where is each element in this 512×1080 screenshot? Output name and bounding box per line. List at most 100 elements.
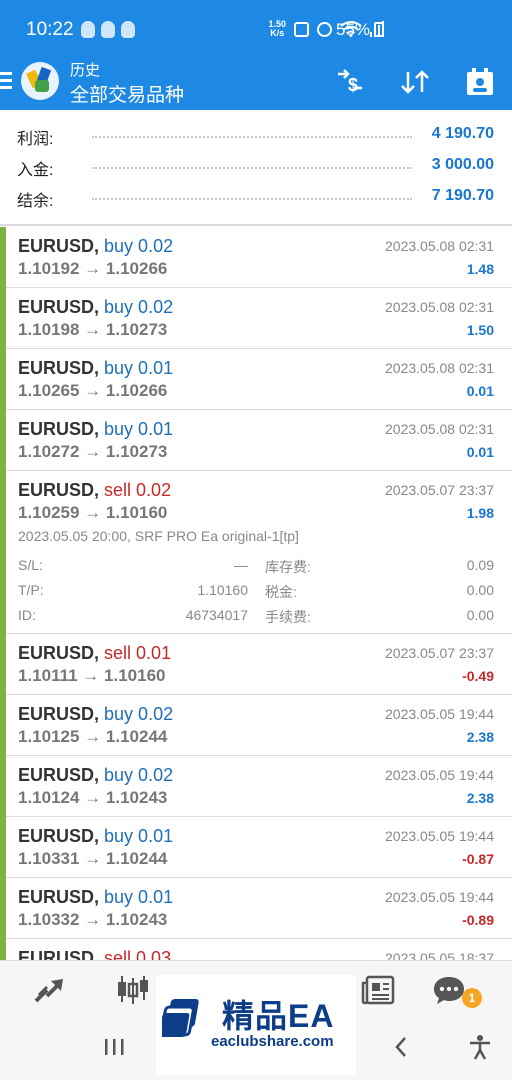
trade-time: 2023.05.05 19:44	[385, 828, 494, 844]
calendar-icon[interactable]	[463, 67, 497, 97]
commission-value: 0.00	[466, 607, 494, 623]
trade-direction: buy 0.02	[104, 236, 174, 256]
trade-indicator	[0, 634, 6, 695]
trade-profit: -0.49	[462, 668, 494, 684]
trade-row[interactable]: EURUSD, buy 0.01 1.10331 → 1.10244 2023.…	[0, 817, 512, 878]
watermark-url: eaclubshare.com	[211, 1033, 334, 1050]
trade-profit: 2.38	[466, 729, 494, 745]
recycle-icon	[294, 21, 309, 37]
trade-symbol: EURUSD, sell 0.01	[18, 643, 172, 663]
currency-filter-icon[interactable]: $	[333, 67, 367, 97]
page-subtitle: 历史	[70, 62, 101, 79]
swap-value: 0.09	[466, 557, 494, 573]
trade-indicator	[0, 695, 6, 756]
trade-indicator	[0, 288, 6, 349]
trade-symbol: EURUSD, buy 0.02	[18, 297, 174, 317]
sl-label: S/L:	[18, 557, 43, 573]
trade-indicator	[0, 471, 6, 634]
watermark-logo	[162, 999, 199, 1037]
chat-badge: 1	[462, 988, 482, 1008]
id-value: 46734017	[185, 607, 248, 623]
trade-symbol: EURUSD, buy 0.01	[18, 887, 174, 907]
sort-icon[interactable]	[398, 67, 432, 97]
accessibility-icon[interactable]	[465, 1032, 495, 1062]
balance-value: 7 190.70	[431, 187, 494, 204]
trade-profit: 2.38	[466, 790, 494, 806]
trade-time: 2023.05.08 02:31	[385, 299, 494, 315]
trade-direction: buy 0.02	[104, 765, 174, 785]
trade-symbol: EURUSD, buy 0.01	[18, 419, 174, 439]
trade-row[interactable]: EURUSD, buy 0.02 1.10198 → 1.10273 2023.…	[0, 288, 512, 349]
trade-prices: 1.10124 → 1.10243	[18, 788, 168, 807]
trade-symbol: EURUSD, sell 0.02	[18, 480, 172, 500]
balance-label: 结余:	[17, 193, 54, 210]
back-icon[interactable]	[386, 1032, 416, 1062]
trade-profit: 1.48	[466, 261, 494, 277]
trade-indicator	[0, 410, 6, 471]
watermark-overlay: 精品EA eaclubshare.com	[156, 975, 356, 1075]
swap-label: 库存费:	[265, 559, 311, 575]
tp-label: T/P:	[18, 582, 44, 598]
trade-prices: 1.10259 → 1.10160	[18, 503, 168, 522]
menu-icon[interactable]	[0, 72, 12, 93]
status-time: 10:22	[26, 19, 74, 40]
trade-profit: -0.89	[462, 912, 494, 928]
trade-symbol: EURUSD, buy 0.01	[18, 826, 174, 846]
trade-symbol: EURUSD, buy 0.02	[18, 765, 174, 785]
profit-label: 利润:	[17, 131, 54, 148]
trade-time: 2023.05.05 19:44	[385, 706, 494, 722]
qq-icon	[101, 21, 115, 38]
sl-value: —	[234, 557, 248, 573]
trade-profit: -0.87	[462, 851, 494, 867]
open-info: 2023.05.05 20:00, SRF PRO Ea original-1[…	[18, 528, 299, 544]
trade-row[interactable]: EURUSD, buy 0.01 1.10265 → 1.10266 2023.…	[0, 349, 512, 410]
dotted-leader	[92, 167, 412, 169]
trade-indicator	[0, 878, 6, 939]
tax-value: 0.00	[466, 582, 494, 598]
trade-time: 2023.05.05 19:44	[385, 889, 494, 905]
svg-text:$: $	[348, 75, 358, 95]
trade-prices: 1.10332 → 1.10243	[18, 910, 168, 929]
trade-indicator	[0, 817, 6, 878]
trade-profit: 0.01	[466, 383, 494, 399]
battery-icon	[374, 22, 384, 37]
news-icon[interactable]	[360, 973, 396, 1007]
trade-symbol: EURUSD, buy 0.01	[18, 358, 174, 378]
trade-row[interactable]: EURUSD, buy 0.02 1.10125 → 1.10244 2023.…	[0, 695, 512, 756]
status-bar: 10:22 1.50 K/s 55%	[0, 0, 512, 56]
trade-indicator	[0, 756, 6, 817]
trade-icon[interactable]	[32, 973, 68, 1007]
trade-prices: 1.10265 → 1.10266	[18, 381, 168, 400]
trade-indicator	[0, 349, 6, 410]
tax-label: 税金:	[265, 584, 297, 600]
dotted-leader	[92, 136, 412, 138]
trade-direction: buy 0.02	[104, 297, 174, 317]
deposit-label: 入金:	[17, 162, 54, 179]
trade-symbol: EURUSD, buy 0.02	[18, 236, 174, 256]
trade-prices: 1.10198 → 1.10273	[18, 320, 168, 339]
trade-row-expanded[interactable]: EURUSD, sell 0.02 1.10259 → 1.10160 2023…	[0, 471, 512, 634]
trade-time: 2023.05.07 23:37	[385, 482, 494, 498]
trade-time: 2023.05.08 02:31	[385, 360, 494, 376]
trade-row[interactable]: EURUSD, buy 0.01 1.10332 → 1.10243 2023.…	[0, 878, 512, 939]
trade-row[interactable]: EURUSD, sell 0.01 1.10111 → 1.10160 2023…	[0, 634, 512, 695]
profit-row: 利润: 4 190.70	[0, 121, 512, 151]
trade-direction: buy 0.02	[104, 704, 174, 724]
trade-direction: buy 0.01	[104, 419, 174, 439]
recent-apps-icon[interactable]	[99, 1032, 129, 1062]
net-speed: 1.50 K/s	[268, 19, 286, 38]
trade-row[interactable]: EURUSD, buy 0.01 1.10272 → 1.10273 2023.…	[0, 410, 512, 471]
trade-prices: 1.10192 → 1.10266	[18, 259, 168, 278]
trade-direction: buy 0.01	[104, 358, 174, 378]
chat-icon[interactable]	[431, 973, 467, 1007]
trade-row[interactable]: EURUSD, buy 0.02 1.10124 → 1.10243 2023.…	[0, 756, 512, 817]
battery-percent: 55%	[336, 20, 371, 39]
trade-direction: sell 0.01	[104, 643, 172, 663]
chart-icon[interactable]	[115, 973, 151, 1007]
symbol-filter-title[interactable]: 全部交易品种	[70, 80, 184, 107]
trade-profit: 1.50	[466, 322, 494, 338]
metatrader-logo[interactable]	[21, 62, 59, 100]
trade-symbol: EURUSD, buy 0.02	[18, 704, 174, 724]
trade-row[interactable]: EURUSD, buy 0.02 1.10192 → 1.10266 2023.…	[0, 227, 512, 288]
trade-indicator	[0, 227, 6, 288]
